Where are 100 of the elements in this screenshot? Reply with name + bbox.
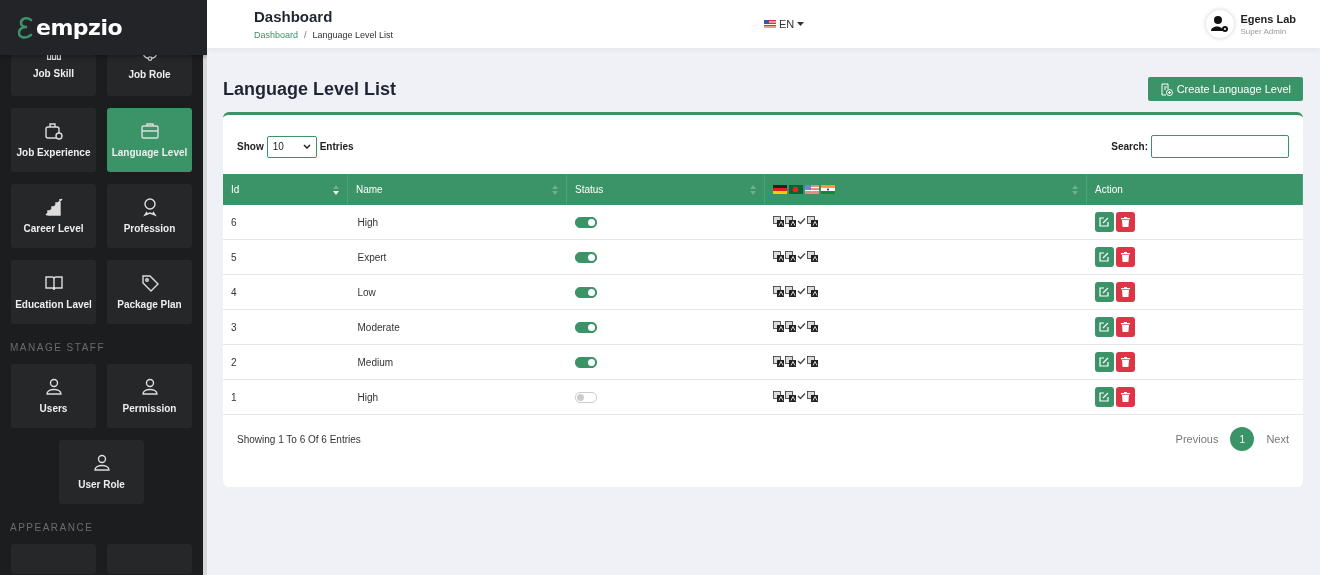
sidebar-item[interactable]: Career Level	[11, 184, 96, 248]
section-heading: MANAGE STAFF	[10, 342, 107, 353]
chevron-icon	[302, 144, 311, 149]
delete-button[interactable]	[1115, 387, 1135, 407]
id-cell: 5	[223, 239, 348, 275]
sidebar-item-label: Users	[38, 403, 69, 415]
translate-icon[interactable]	[772, 355, 784, 367]
name-cell: Expert	[347, 239, 567, 275]
translate-icon[interactable]	[784, 320, 796, 332]
flag-icon	[764, 20, 776, 28]
edit-icon	[1099, 357, 1109, 367]
sidebar-item-label: Education Lavel	[14, 299, 93, 311]
delete-button[interactable]	[1115, 317, 1135, 337]
edit-icon	[1099, 322, 1109, 332]
sidebar-item[interactable]: Job Experience	[11, 108, 96, 172]
trash-icon	[1120, 357, 1130, 367]
status-toggle[interactable]	[574, 321, 597, 333]
sidebar-item-label: Job Role	[127, 69, 172, 81]
next-link[interactable]: Next	[1266, 433, 1289, 445]
sidebar-item-label: Language Level	[110, 147, 189, 159]
translate-icon[interactable]	[784, 390, 796, 402]
sidebar-item-label: Package Plan	[116, 299, 183, 311]
sidebar-item-label: Job Experience	[15, 147, 92, 159]
translate-icon[interactable]	[806, 320, 818, 332]
name-cell: High	[347, 379, 567, 415]
translate-icon[interactable]	[772, 320, 784, 332]
sidebar-item[interactable]: Package Plan	[107, 260, 192, 324]
flag-icon	[805, 185, 819, 194]
user-icon	[43, 377, 64, 397]
create-button[interactable]: Create Language Level	[1147, 77, 1303, 101]
previous-link[interactable]: Previous	[1175, 433, 1219, 445]
column-header[interactable]: Status	[566, 174, 765, 205]
translate-icon[interactable]	[772, 390, 784, 402]
search-field[interactable]	[1151, 135, 1289, 158]
stairs-icon	[43, 197, 64, 217]
translate-icon[interactable]	[772, 250, 784, 262]
translate-icon[interactable]	[806, 250, 818, 262]
caret-icon	[797, 22, 805, 26]
delete-button[interactable]	[1115, 212, 1135, 232]
sidebar-item[interactable]: User Role	[59, 440, 144, 504]
delete-button[interactable]	[1115, 247, 1135, 267]
section-heading: APPEARANCE	[10, 522, 95, 533]
breadcrumb-current: Language Level List	[312, 30, 394, 40]
translate-icon[interactable]	[806, 215, 818, 227]
sidebar-item[interactable]: Job Role	[107, 55, 192, 96]
column-header[interactable]: Id	[223, 174, 348, 205]
user-icon	[139, 377, 160, 397]
breadcrumb-separator: /	[304, 30, 307, 40]
name-cell: Moderate	[347, 309, 567, 345]
name-cell: High	[347, 205, 567, 240]
briefcase-icon	[139, 121, 160, 141]
page-size-select[interactable]: 10	[266, 135, 317, 158]
briefcase-icon	[43, 121, 64, 141]
edit-icon	[1099, 252, 1109, 262]
user-role: Super Admin	[1240, 26, 1288, 36]
status-toggle[interactable]	[574, 356, 597, 368]
translate-icon[interactable]	[806, 285, 818, 297]
edit-icon	[1099, 287, 1109, 297]
translate-icon[interactable]	[772, 285, 784, 297]
sidebar-item[interactable]: Profession	[107, 184, 192, 248]
sidebar-item[interactable]: Users	[11, 364, 96, 428]
sidebar-item[interactable]: Education Lavel	[11, 260, 96, 324]
delete-button[interactable]	[1115, 352, 1135, 372]
status-toggle[interactable]	[574, 391, 597, 403]
edit-button[interactable]	[1094, 387, 1114, 407]
edit-button[interactable]	[1094, 352, 1114, 372]
scrollbar[interactable]	[203, 55, 207, 575]
id-cell: 1	[223, 379, 348, 415]
book-icon	[43, 273, 64, 293]
page-button[interactable]: 1	[1230, 427, 1255, 451]
flag-icon	[789, 185, 803, 194]
breadcrumb-link[interactable]: Dashboard	[254, 30, 299, 40]
status-toggle[interactable]	[574, 251, 597, 263]
edit-button[interactable]	[1094, 247, 1114, 267]
bars-icon	[46, 55, 61, 60]
status-toggle[interactable]	[574, 286, 597, 298]
status-toggle[interactable]	[574, 216, 597, 228]
translate-icon[interactable]	[806, 390, 818, 402]
sidebar-item[interactable]: Job Skill	[11, 55, 96, 96]
column-header[interactable]: Name	[347, 174, 567, 205]
trash-icon	[1120, 217, 1130, 227]
flag-icon	[821, 185, 835, 194]
edit-button[interactable]	[1094, 317, 1114, 337]
language-dropdown[interactable]: EN	[764, 18, 805, 30]
brand-name: empzio	[36, 15, 123, 40]
edit-icon	[1099, 392, 1109, 402]
entries-label: Entries	[319, 141, 354, 152]
trash-icon	[1120, 392, 1130, 402]
edit-button[interactable]	[1094, 282, 1114, 302]
page-heading: Dashboard	[254, 8, 334, 25]
delete-button[interactable]	[1115, 282, 1135, 302]
translate-icon[interactable]	[784, 215, 796, 227]
translate-icon[interactable]	[806, 355, 818, 367]
translate-icon[interactable]	[772, 215, 784, 227]
translate-icon[interactable]	[784, 355, 796, 367]
sidebar-item-label: Job Skill	[31, 68, 76, 80]
edit-button[interactable]	[1094, 212, 1114, 232]
sidebar-item[interactable]: Permission	[107, 364, 192, 428]
translate-icon[interactable]	[784, 285, 796, 297]
translate-icon[interactable]	[784, 250, 796, 262]
